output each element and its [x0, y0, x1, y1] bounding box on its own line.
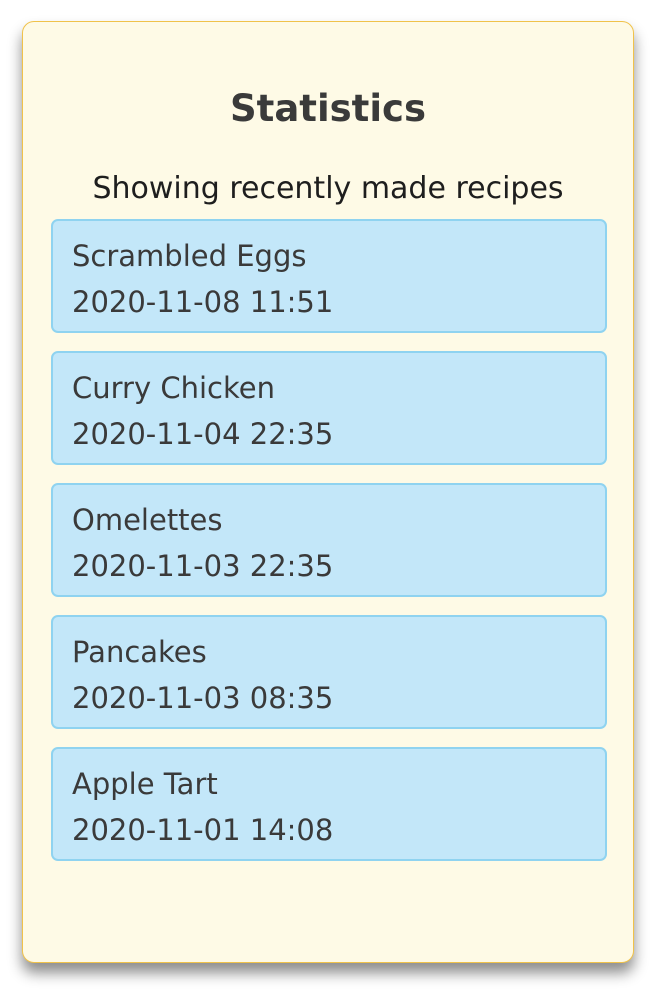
recipe-item[interactable]: Pancakes 2020-11-03 08:35 — [51, 615, 607, 729]
recipe-name: Curry Chicken — [72, 371, 275, 405]
recipe-name: Omelettes — [72, 503, 223, 537]
panel-title: Statistics — [229, 87, 427, 130]
recipe-item[interactable]: Omelettes 2020-11-03 22:35 — [51, 483, 607, 597]
recipe-name: Apple Tart — [72, 767, 218, 801]
recipe-timestamp: 2020-11-03 08:35 — [72, 681, 334, 715]
recipe-item[interactable]: Scrambled Eggs 2020-11-08 11:51 — [51, 219, 607, 333]
statistics-panel: Statistics Showing recently made recipes… — [22, 21, 634, 963]
recent-recipes-list: Scrambled Eggs 2020-11-08 11:51 Curry Ch… — [51, 219, 607, 879]
recipe-name: Scrambled Eggs — [72, 239, 307, 273]
recipe-timestamp: 2020-11-01 14:08 — [72, 813, 334, 847]
recipe-name: Pancakes — [72, 635, 207, 669]
recipe-timestamp: 2020-11-08 11:51 — [72, 285, 334, 319]
recipe-timestamp: 2020-11-03 22:35 — [72, 549, 334, 583]
recipe-timestamp: 2020-11-04 22:35 — [72, 417, 334, 451]
recipe-item[interactable]: Curry Chicken 2020-11-04 22:35 — [51, 351, 607, 465]
panel-subtitle: Showing recently made recipes — [92, 171, 564, 206]
recipe-item[interactable]: Apple Tart 2020-11-01 14:08 — [51, 747, 607, 861]
